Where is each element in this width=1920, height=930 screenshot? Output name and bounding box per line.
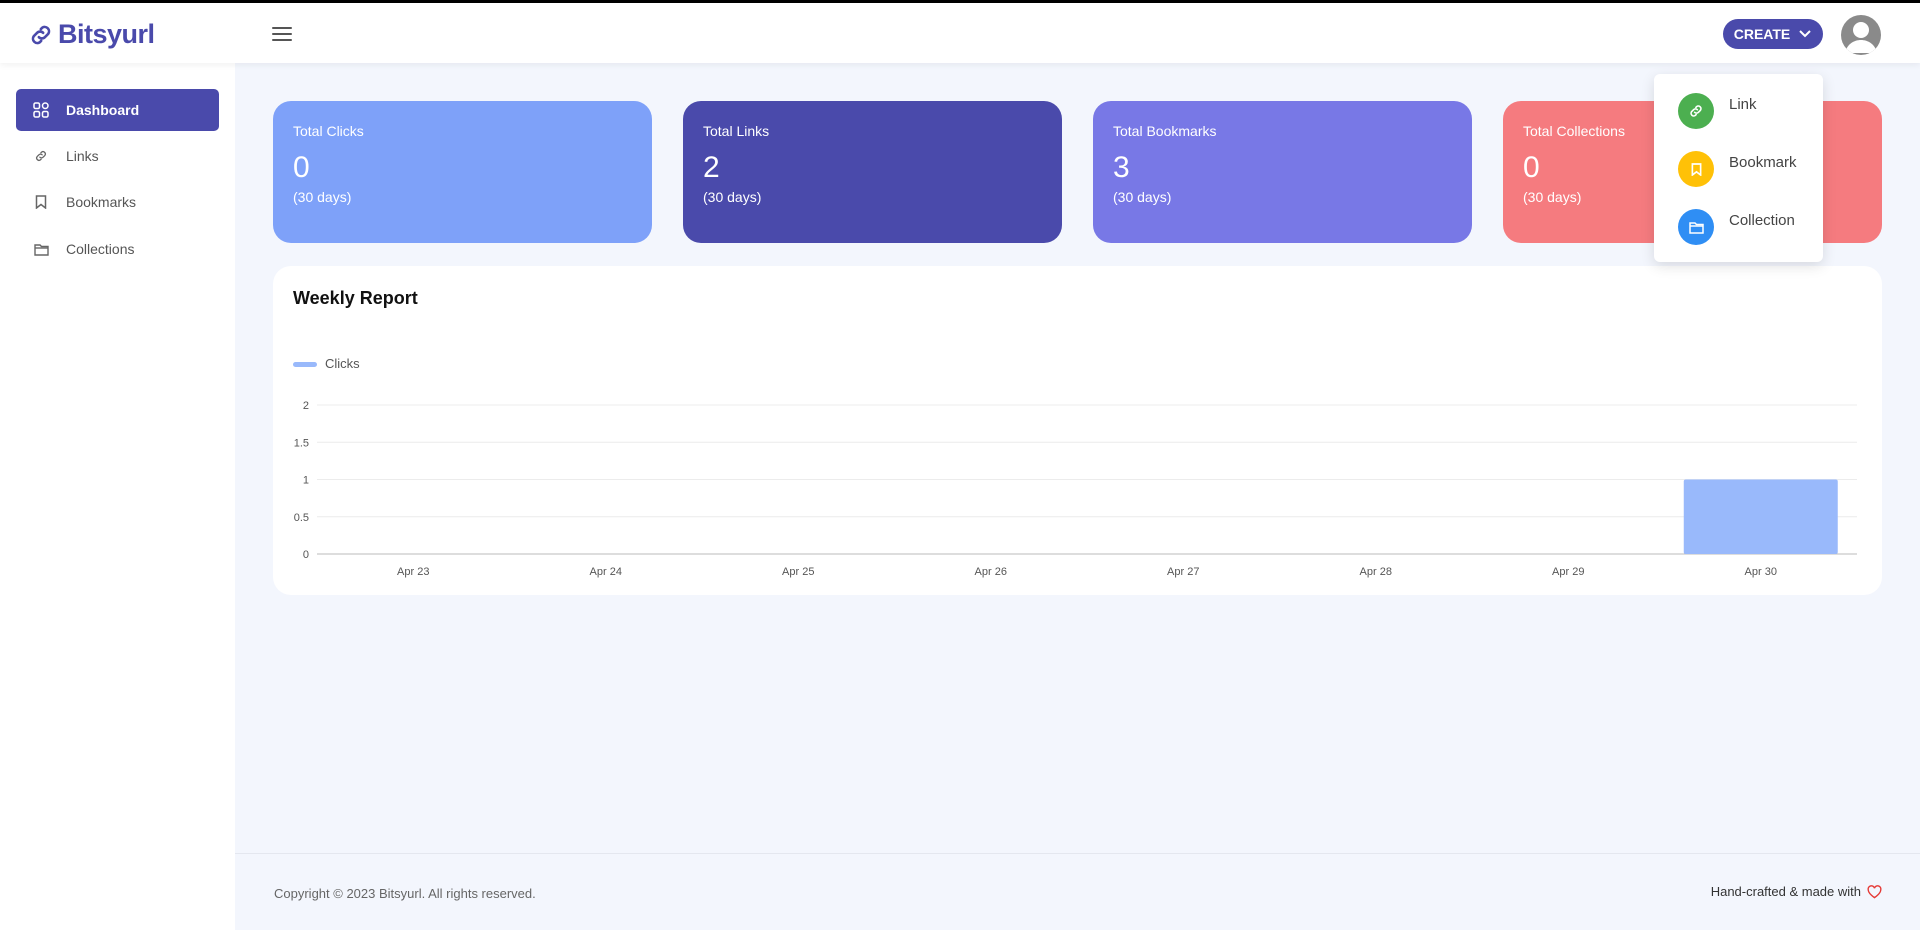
- window-top-border: [0, 0, 1920, 3]
- sidebar-item-label: Dashboard: [66, 102, 140, 118]
- stat-period: (30 days): [293, 189, 352, 205]
- create-menu-item-label: Link: [1729, 96, 1757, 113]
- x-tick-label: Apr 25: [782, 566, 814, 578]
- legend-label: Clicks: [325, 356, 360, 371]
- stat-card-total-bookmarks: Total Bookmarks 3 (30 days): [1093, 101, 1472, 243]
- stat-title: Total Bookmarks: [1113, 123, 1217, 139]
- sidebar: Dashboard Links Bookmarks Collections: [0, 63, 235, 930]
- app-logo[interactable]: Bitsyurl: [28, 19, 155, 50]
- folder-icon: [1678, 209, 1714, 245]
- stat-card-total-clicks: Total Clicks 0 (30 days): [273, 101, 652, 243]
- x-tick-label: Apr 27: [1167, 566, 1199, 578]
- grid-icon: [32, 101, 50, 119]
- logo-link-icon: [31, 25, 51, 44]
- create-menu: Link Bookmark Collection: [1654, 74, 1823, 262]
- create-menu-item-link[interactable]: Link: [1678, 93, 1757, 129]
- chevron-down-icon: [1799, 30, 1811, 38]
- create-button[interactable]: CREATE: [1723, 19, 1823, 49]
- stat-value: 3: [1113, 151, 1130, 184]
- y-tick-label: 0.5: [294, 512, 309, 524]
- x-tick-label: Apr 24: [590, 566, 622, 578]
- link-icon: [1678, 93, 1714, 129]
- menu-toggle-icon[interactable]: [272, 27, 292, 41]
- stat-title: Total Links: [703, 123, 770, 139]
- sidebar-item-label: Collections: [66, 241, 135, 257]
- top-header: Bitsyurl CREATE: [0, 3, 1920, 63]
- sidebar-item-collections[interactable]: Collections: [16, 228, 219, 270]
- weekly-report-card: Weekly Report Clicks 0 0.5 1 1.5 2 Apr 23 Apr 2…: [273, 266, 1882, 595]
- link-icon: [32, 147, 50, 165]
- user-avatar[interactable]: [1841, 15, 1881, 55]
- x-tick-label: Apr 23: [397, 566, 429, 578]
- y-tick-label: 2: [303, 400, 309, 412]
- sidebar-item-bookmarks[interactable]: Bookmarks: [16, 181, 219, 223]
- y-tick-label: 1.5: [294, 437, 309, 449]
- y-tick-label: 1: [303, 475, 309, 487]
- sidebar-item-label: Links: [66, 148, 99, 164]
- x-tick-label: Apr 28: [1360, 566, 1392, 578]
- stat-card-total-links: Total Links 2 (30 days): [683, 101, 1062, 243]
- legend-swatch: [293, 362, 317, 367]
- sidebar-item-dashboard[interactable]: Dashboard: [16, 89, 219, 131]
- sidebar-item-links[interactable]: Links: [16, 135, 219, 177]
- stat-value: 0: [293, 151, 310, 184]
- stat-period: (30 days): [1113, 189, 1172, 205]
- weekly-report-chart: Clicks 0 0.5 1 1.5 2 Apr 23 Apr 24 Apr 25 Apr 26 A…: [293, 356, 1857, 578]
- crafted-text: Hand-crafted & made with: [1710, 884, 1861, 899]
- bookmark-icon: [1678, 151, 1714, 187]
- y-tick-label: 0: [303, 549, 309, 561]
- bar-apr-30: [1683, 479, 1838, 554]
- footer: Copyright © 2023 Bitsyurl. All rights re…: [235, 853, 1920, 930]
- user-icon: [1845, 22, 1877, 53]
- crafted-note: Hand-crafted & made with: [1711, 884, 1882, 899]
- stat-title: Total Clicks: [293, 123, 364, 139]
- bookmark-icon: [32, 193, 50, 211]
- create-menu-item-bookmark[interactable]: Bookmark: [1678, 151, 1797, 187]
- x-tick-label: Apr 30: [1745, 566, 1777, 578]
- x-tick-label: Apr 26: [975, 566, 1007, 578]
- folder-icon: [32, 240, 50, 258]
- stat-period: (30 days): [703, 189, 762, 205]
- copyright-text: Copyright © 2023 Bitsyurl. All rights re…: [274, 886, 536, 901]
- sidebar-item-label: Bookmarks: [66, 194, 137, 210]
- app-name: Bitsyurl: [58, 19, 155, 49]
- create-menu-item-label: Collection: [1729, 212, 1795, 229]
- create-button-label: CREATE: [1733, 26, 1791, 42]
- x-tick-label: Apr 29: [1552, 566, 1584, 578]
- create-menu-item-collection[interactable]: Collection: [1678, 209, 1795, 245]
- stat-value: 2: [703, 151, 720, 184]
- create-menu-item-label: Bookmark: [1729, 154, 1797, 171]
- heart-icon: [1867, 884, 1882, 898]
